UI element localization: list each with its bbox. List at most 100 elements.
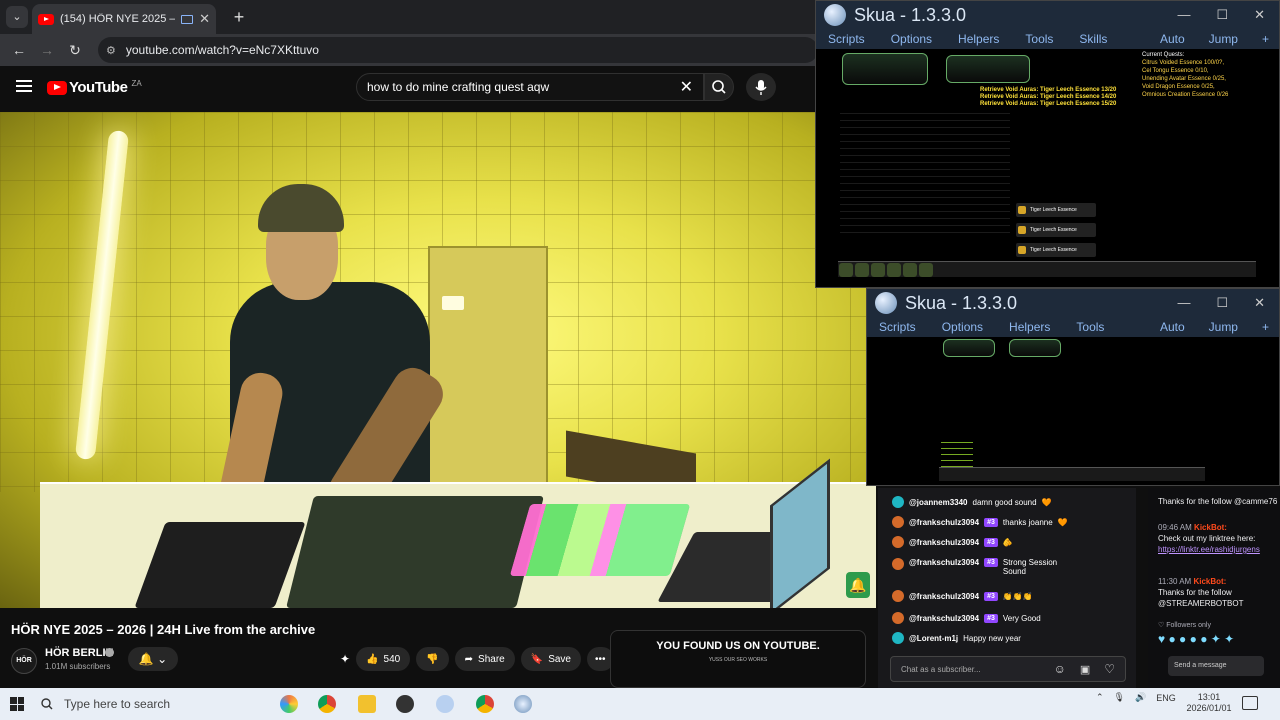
chrome-profile-icon[interactable] <box>476 695 494 713</box>
chat-username[interactable]: @frankschulz3094 <box>909 538 979 547</box>
voice-search-button[interactable] <box>746 73 776 101</box>
avatar <box>892 558 904 570</box>
close-icon[interactable]: ✕ <box>1254 295 1265 311</box>
skill-hotbar[interactable] <box>939 467 1205 481</box>
heart-icon[interactable]: ♡ <box>1104 662 1115 676</box>
clear-search-icon[interactable]: ✕ <box>680 77 693 97</box>
chat-message: @frankschulz3094 #3 Very Good <box>892 612 1041 624</box>
menu-tools[interactable]: Tools <box>1076 320 1104 334</box>
chat-username[interactable]: @frankschulz3094 <box>909 592 979 601</box>
site-info-icon[interactable]: ⚙ <box>106 44 116 57</box>
game-viewport-bottom[interactable] <box>867 337 1279 485</box>
gift-icon[interactable]: ▣ <box>1080 663 1090 676</box>
app-icon[interactable] <box>436 695 454 713</box>
volume-icon[interactable]: 🔊 <box>1135 692 1146 703</box>
channel-name[interactable]: HÖR BERLIN <box>45 647 113 659</box>
tab-search-chevron-icon[interactable]: ⌄ <box>6 6 28 28</box>
loot-drop[interactable]: Tiger Leech Essence <box>1016 223 1096 237</box>
new-tab-button[interactable]: + <box>228 6 250 28</box>
taskbar-search-input[interactable]: Type here to search <box>40 692 260 716</box>
minimize-icon[interactable]: — <box>1177 7 1190 23</box>
chat-username[interactable]: @frankschulz3094 <box>909 614 979 623</box>
like-button[interactable]: 👍 540 <box>356 647 411 671</box>
send-message-input[interactable]: Send a message <box>1168 656 1264 676</box>
forward-arrow-icon[interactable]: → <box>36 39 58 61</box>
close-icon[interactable]: ✕ <box>1254 7 1265 23</box>
menu-tools[interactable]: Tools <box>1025 32 1053 46</box>
notification-bell-dropdown[interactable]: 🔔 ⌄ <box>128 647 178 671</box>
language-indicator[interactable]: ENG <box>1156 693 1176 703</box>
skua-taskbar-icon[interactable] <box>514 695 532 713</box>
chat-username[interactable]: @frankschulz3094 <box>909 518 979 527</box>
door-light <box>442 296 464 310</box>
menu-jump[interactable]: Jump <box>1209 320 1238 334</box>
skill-slot[interactable] <box>887 263 901 277</box>
menu-helpers[interactable]: Helpers <box>1009 320 1050 334</box>
bot-name[interactable]: KickBot: <box>1193 577 1226 586</box>
file-explorer-icon[interactable] <box>358 695 376 713</box>
bell-overlay-icon[interactable]: 🔔 <box>846 572 870 598</box>
menu-scripts[interactable]: Scripts <box>879 320 916 334</box>
taskbar-clock[interactable]: 13:01 2026/01/01 <box>1186 692 1232 714</box>
skill-slot[interactable] <box>839 263 853 277</box>
menu-helpers[interactable]: Helpers <box>958 32 999 46</box>
menu-jump[interactable]: Jump <box>1209 32 1238 46</box>
menu-add-icon[interactable]: + <box>1262 32 1269 46</box>
hype-icon[interactable]: ✦ <box>340 652 350 666</box>
menu-auto[interactable]: Auto <box>1160 32 1185 46</box>
promo-card[interactable]: YOU FOUND US ON YOUTUBE. YUSS OUR SEO WO… <box>610 630 866 688</box>
back-arrow-icon[interactable]: ← <box>8 39 30 61</box>
loot-drop[interactable]: Tiger Leech Essence <box>1016 203 1096 217</box>
video-player[interactable]: 🔔 <box>0 112 876 608</box>
chat-username[interactable]: @Lorent-m1j <box>909 634 958 643</box>
browser-tab-active[interactable]: (154) HÖR NYE 2025 – 2026 ✕ <box>32 4 216 34</box>
minimize-icon[interactable]: — <box>1177 295 1190 311</box>
skill-slot[interactable] <box>855 263 869 277</box>
chat-input[interactable]: Chat as a subscriber... ☺ ▣ ♡ <box>890 656 1126 682</box>
windows-start-icon[interactable] <box>10 697 24 711</box>
chat-text: thanks joanne <box>1002 517 1053 527</box>
chrome-icon[interactable] <box>318 695 336 713</box>
address-bar[interactable]: ⚙ youtube.com/watch?v=eNc7XKttuvo <box>98 37 818 63</box>
obs-icon[interactable] <box>396 695 414 713</box>
notification-center-icon[interactable] <box>1242 696 1258 710</box>
channel-avatar[interactable]: HÖR <box>11 648 37 674</box>
close-tab-icon[interactable]: ✕ <box>199 11 210 27</box>
game-viewport-top[interactable]: Current Quests: Citrus Voided Essence 10… <box>816 49 1279 287</box>
microphone-icon[interactable]: 🎙 <box>1114 692 1125 703</box>
emoji-picker-icon[interactable]: ☺ <box>1054 662 1066 676</box>
chat-username[interactable]: @joannem3340 <box>909 498 968 507</box>
tray-chevron-icon[interactable]: ⌃ <box>1096 692 1104 703</box>
search-button[interactable] <box>704 73 734 101</box>
emote-row[interactable]: ♥ ● ● ● ● ✦ ✦ <box>1158 633 1278 645</box>
skill-hotbar[interactable] <box>838 261 1256 277</box>
menu-options[interactable]: Options <box>891 32 932 46</box>
loot-drop[interactable]: Tiger Leech Essence <box>1016 243 1096 257</box>
dislike-button[interactable]: 👎 <box>416 647 449 671</box>
chat-text: Happy new year <box>963 633 1021 643</box>
skua-titlebar[interactable]: Skua - 1.3.3.0 — ☐ ✕ <box>816 1 1279 29</box>
dj-mixer <box>286 496 544 608</box>
reload-icon[interactable]: ↻ <box>64 39 86 61</box>
skill-slot[interactable] <box>903 263 917 277</box>
maximize-icon[interactable]: ☐ <box>1216 295 1228 311</box>
search-input[interactable]: how to do mine crafting quest aqw ✕ <box>356 73 704 101</box>
skua-titlebar[interactable]: Skua - 1.3.3.0 — ☐ ✕ <box>867 289 1279 317</box>
copilot-icon[interactable] <box>280 695 298 713</box>
save-button[interactable]: 🔖 Save <box>520 647 581 671</box>
menu-add-icon[interactable]: + <box>1262 320 1269 334</box>
skill-slot[interactable] <box>919 263 933 277</box>
menu-scripts[interactable]: Scripts <box>828 32 865 46</box>
skill-slot[interactable] <box>871 263 885 277</box>
youtube-logo[interactable]: YouTube ZA <box>47 79 142 96</box>
linktree-link[interactable]: https://linktr.ee/rashidjurgens <box>1158 544 1278 555</box>
bot-name[interactable]: KickBot: <box>1194 523 1227 532</box>
menu-auto[interactable]: Auto <box>1160 320 1185 334</box>
video-title: HÖR NYE 2025 – 2026 | 24H Live from the … <box>11 622 316 637</box>
menu-options[interactable]: Options <box>942 320 983 334</box>
menu-skills[interactable]: Skills <box>1079 32 1107 46</box>
maximize-icon[interactable]: ☐ <box>1216 7 1228 23</box>
share-button[interactable]: ➦ Share <box>454 647 515 671</box>
hamburger-menu-icon[interactable] <box>16 80 32 92</box>
chat-username[interactable]: @frankschulz3094 <box>909 558 979 567</box>
